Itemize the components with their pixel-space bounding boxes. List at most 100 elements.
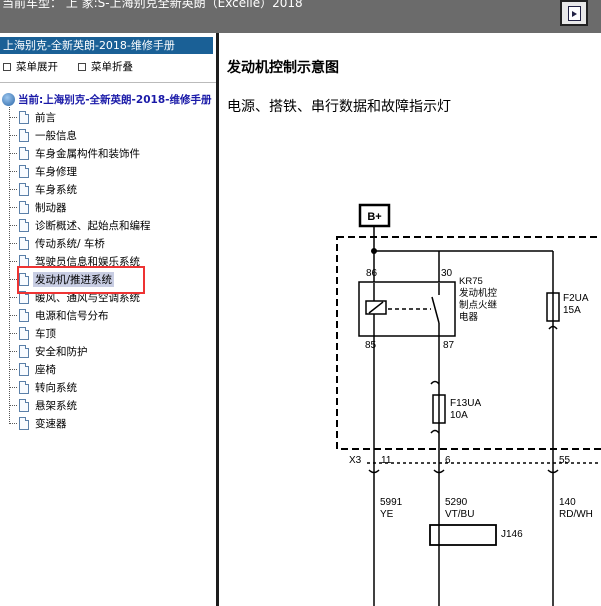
wire-5290-color: VT/BU	[445, 509, 474, 520]
tree-item-label: 车顶	[35, 327, 56, 340]
tree-connector	[9, 422, 17, 424]
fuse-f13ua-label: F13UA	[450, 398, 481, 409]
document-icon	[19, 236, 29, 250]
tree-connector	[9, 332, 17, 334]
collapse-menu-button[interactable]: 菜单折叠	[78, 59, 133, 74]
collapse-menu-label: 菜单折叠	[91, 61, 133, 73]
connector-x3-label: X3	[349, 455, 362, 466]
document-icon	[19, 326, 29, 340]
battery-label: B+	[367, 211, 381, 223]
document-icon	[19, 380, 29, 394]
tree-item[interactable]: 驾驶员信息和娱乐系统	[9, 252, 214, 270]
tree-item[interactable]: 一般信息	[9, 126, 214, 144]
document-icon	[19, 254, 29, 268]
content-pane: 发动机控制示意图 电源、搭铁、串行数据和故障指示灯 B+ 86 30 KR75 …	[219, 33, 601, 606]
fuse-f13ua-rating: 10A	[450, 410, 468, 421]
tree-item[interactable]: 转向系统	[9, 378, 214, 396]
wiring-diagram: B+ 86 30 KR75 发动机控 制点火继 电器 85 87 F2UA 15…	[336, 203, 601, 606]
tree-root[interactable]: 当前:上海别克-全新英朗-2018-维修手册	[2, 92, 212, 107]
square-icon	[3, 62, 11, 71]
expand-menu-button[interactable]: 菜单展开	[3, 59, 58, 74]
tree-item[interactable]: 诊断概述、起始点和编程	[9, 216, 214, 234]
exit-icon	[568, 6, 581, 21]
tree-connector	[9, 368, 17, 370]
wire-140-circuit: 140	[559, 497, 576, 508]
sidebar: 上海别克-全新英朗-2018-维修手册 菜单展开 菜单折叠 当前:上海别克-全新…	[0, 33, 216, 606]
pin-86-label: 86	[366, 268, 378, 279]
tree-connector	[9, 260, 17, 262]
connector-pin-11: 11	[381, 455, 392, 466]
toolbar-divider	[0, 82, 216, 83]
tree-item-label: 传动系统/ 车桥	[35, 237, 105, 250]
wire-5991-color: YE	[380, 509, 394, 520]
tree-item[interactable]: 安全和防护	[9, 342, 214, 360]
tree-connector	[9, 188, 17, 190]
wire-5991-circuit: 5991	[380, 497, 403, 508]
connector-pin-6: 6	[445, 455, 451, 466]
tree-item-label: 暖风、通风与空调系统	[35, 291, 140, 304]
tree-item-label: 车身系统	[35, 183, 77, 196]
tree-item-label: 一般信息	[35, 129, 77, 142]
tree-item-label: 转向系统	[35, 381, 77, 394]
tree-item[interactable]: 车身修理	[9, 162, 214, 180]
document-icon	[19, 164, 29, 178]
tree-connector	[9, 152, 17, 154]
tree-item-label: 座椅	[35, 363, 56, 376]
square-icon	[78, 62, 86, 71]
tree-item[interactable]: 发动机/推进系统	[9, 270, 214, 288]
exit-button[interactable]	[560, 0, 588, 26]
tree-item[interactable]: 制动器	[9, 198, 214, 216]
connector-pin-55: 55	[559, 455, 571, 466]
document-icon	[19, 128, 29, 142]
relay-name: KR75	[459, 276, 483, 287]
relay-desc-1: 发动机控	[459, 287, 498, 299]
fuse-f2ua-label: F2UA	[563, 293, 589, 304]
tree-item[interactable]: 前言	[9, 108, 214, 126]
tree-connector	[9, 296, 17, 298]
tree-item[interactable]: 车顶	[9, 324, 214, 342]
document-icon	[19, 344, 29, 358]
relay-desc-3: 电器	[459, 311, 479, 323]
tree-item[interactable]: 车身金属构件和装饰件	[9, 144, 214, 162]
document-icon	[19, 182, 29, 196]
splice-j146-label: J146	[501, 529, 523, 540]
tree-item[interactable]: 变速器	[9, 414, 214, 432]
window-title: 当前车型： 上 家:S-上海别克全新英朗（Excelle）2018	[2, 0, 303, 10]
tree-connector	[9, 404, 17, 406]
pin-30-label: 30	[441, 268, 453, 279]
tree-connector	[9, 224, 17, 226]
tree-connector	[9, 314, 17, 316]
tree-connector	[9, 134, 17, 136]
tree-root-label: 当前:上海别克-全新英朗-2018-维修手册	[18, 94, 212, 106]
document-icon	[19, 110, 29, 124]
tree-item[interactable]: 车身系统	[9, 180, 214, 198]
document-icon	[19, 308, 29, 322]
document-icon	[19, 416, 29, 430]
relay-desc-2: 制点火继	[459, 299, 498, 311]
wire-140-color: RD/WH	[559, 509, 593, 520]
title-bar: 当前车型： 上 家:S-上海别克全新英朗（Excelle）2018	[0, 0, 601, 33]
tree-item-label: 电源和信号分布	[35, 309, 109, 322]
tree-item[interactable]: 传动系统/ 车桥	[9, 234, 214, 252]
tree-connector	[9, 242, 17, 244]
wire-5290-circuit: 5290	[445, 497, 468, 508]
tree-connector	[9, 206, 17, 208]
tree-item-label: 诊断概述、起始点和编程	[35, 219, 151, 232]
globe-icon	[2, 93, 15, 106]
tree-item-label: 驾驶员信息和娱乐系统	[35, 255, 140, 268]
tree-item[interactable]: 座椅	[9, 360, 214, 378]
tree-item-label: 车身修理	[35, 165, 77, 178]
tree-connector	[9, 278, 17, 280]
tree-connector	[9, 170, 17, 172]
expand-menu-label: 菜单展开	[16, 61, 58, 73]
document-icon	[19, 272, 29, 286]
tree-item-label: 发动机/推进系统	[33, 271, 115, 287]
tree-item[interactable]: 电源和信号分布	[9, 306, 214, 324]
fuse-f2ua-rating: 15A	[563, 305, 581, 316]
tree-item[interactable]: 悬架系统	[9, 396, 214, 414]
document-icon	[19, 218, 29, 232]
tree-item-label: 前言	[35, 111, 56, 124]
document-icon	[19, 290, 29, 304]
tree-item-label: 车身金属构件和装饰件	[35, 147, 140, 160]
tree-item[interactable]: 暖风、通风与空调系统	[9, 288, 214, 306]
